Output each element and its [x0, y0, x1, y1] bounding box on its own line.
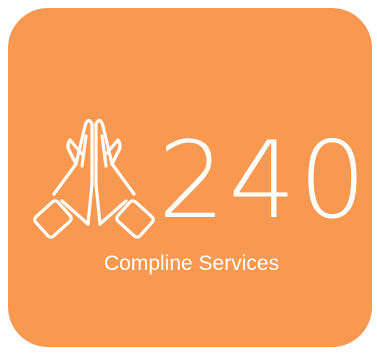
service-name-label: Compline Services	[104, 252, 280, 275]
count-label: 240	[158, 119, 370, 242]
praying-hands-icon	[33, 118, 155, 239]
app-icon-tile[interactable]: 240 Compline Services	[8, 8, 372, 347]
